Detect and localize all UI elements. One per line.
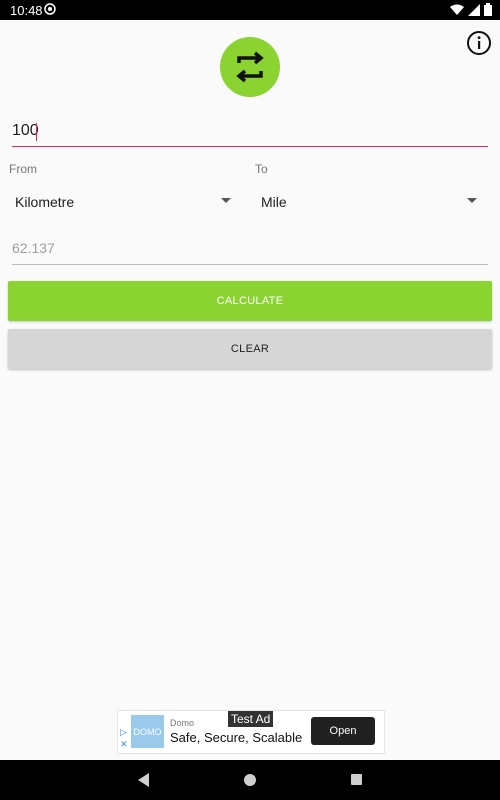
navigation-bar [0,760,500,800]
ad-open-label: Open [329,725,357,737]
clear-label: CLEAR [230,343,270,355]
wifi-icon [450,4,464,19]
clear-button[interactable]: CLEAR [8,329,492,369]
from-unit-dropdown[interactable]: Kilometre [15,186,235,218]
amount-input[interactable] [12,118,488,147]
calculate-label: CALCULATE [216,295,284,307]
battery-icon [484,3,492,19]
to-unit-dropdown[interactable]: Mile [261,186,481,218]
ad-open-button[interactable]: Open [311,717,375,745]
ad-logo-text: DOMO [133,726,162,737]
ad-brand: Domo [170,718,195,728]
from-unit-value: Kilometre [15,194,75,210]
ad-logo: DOMO [131,715,164,748]
to-unit-value: Mile [261,194,287,210]
notification-icon [44,3,56,18]
from-label: From [9,162,37,176]
calculate-button[interactable]: CALCULATE [8,281,492,321]
status-time: 10:48 [10,3,43,18]
signal-icon [468,3,480,19]
dropdown-arrow-icon [221,198,231,203]
recents-icon[interactable] [351,774,362,785]
test-ad-badge: Test Ad [228,711,274,727]
ad-banner[interactable]: ▷ ✕ DOMO Domo Safe, Secure, Scalable Tes… [117,710,385,754]
ad-choices-icon[interactable]: ▷ [120,727,127,738]
dropdown-arrow-icon [467,198,477,203]
to-label: To [255,162,268,176]
info-icon[interactable] [466,30,492,56]
status-bar: 10:48 [0,0,500,20]
back-icon[interactable] [138,773,149,787]
swap-arrows-icon[interactable] [220,37,280,97]
text-cursor [36,123,37,141]
home-icon[interactable] [244,774,256,786]
status-indicators [450,3,492,19]
ad-close-icon[interactable]: ✕ [120,739,128,750]
result-field: 62.137 [12,240,488,265]
ad-headline: Safe, Secure, Scalable [170,730,303,745]
result-value: 62.137 [12,240,55,256]
